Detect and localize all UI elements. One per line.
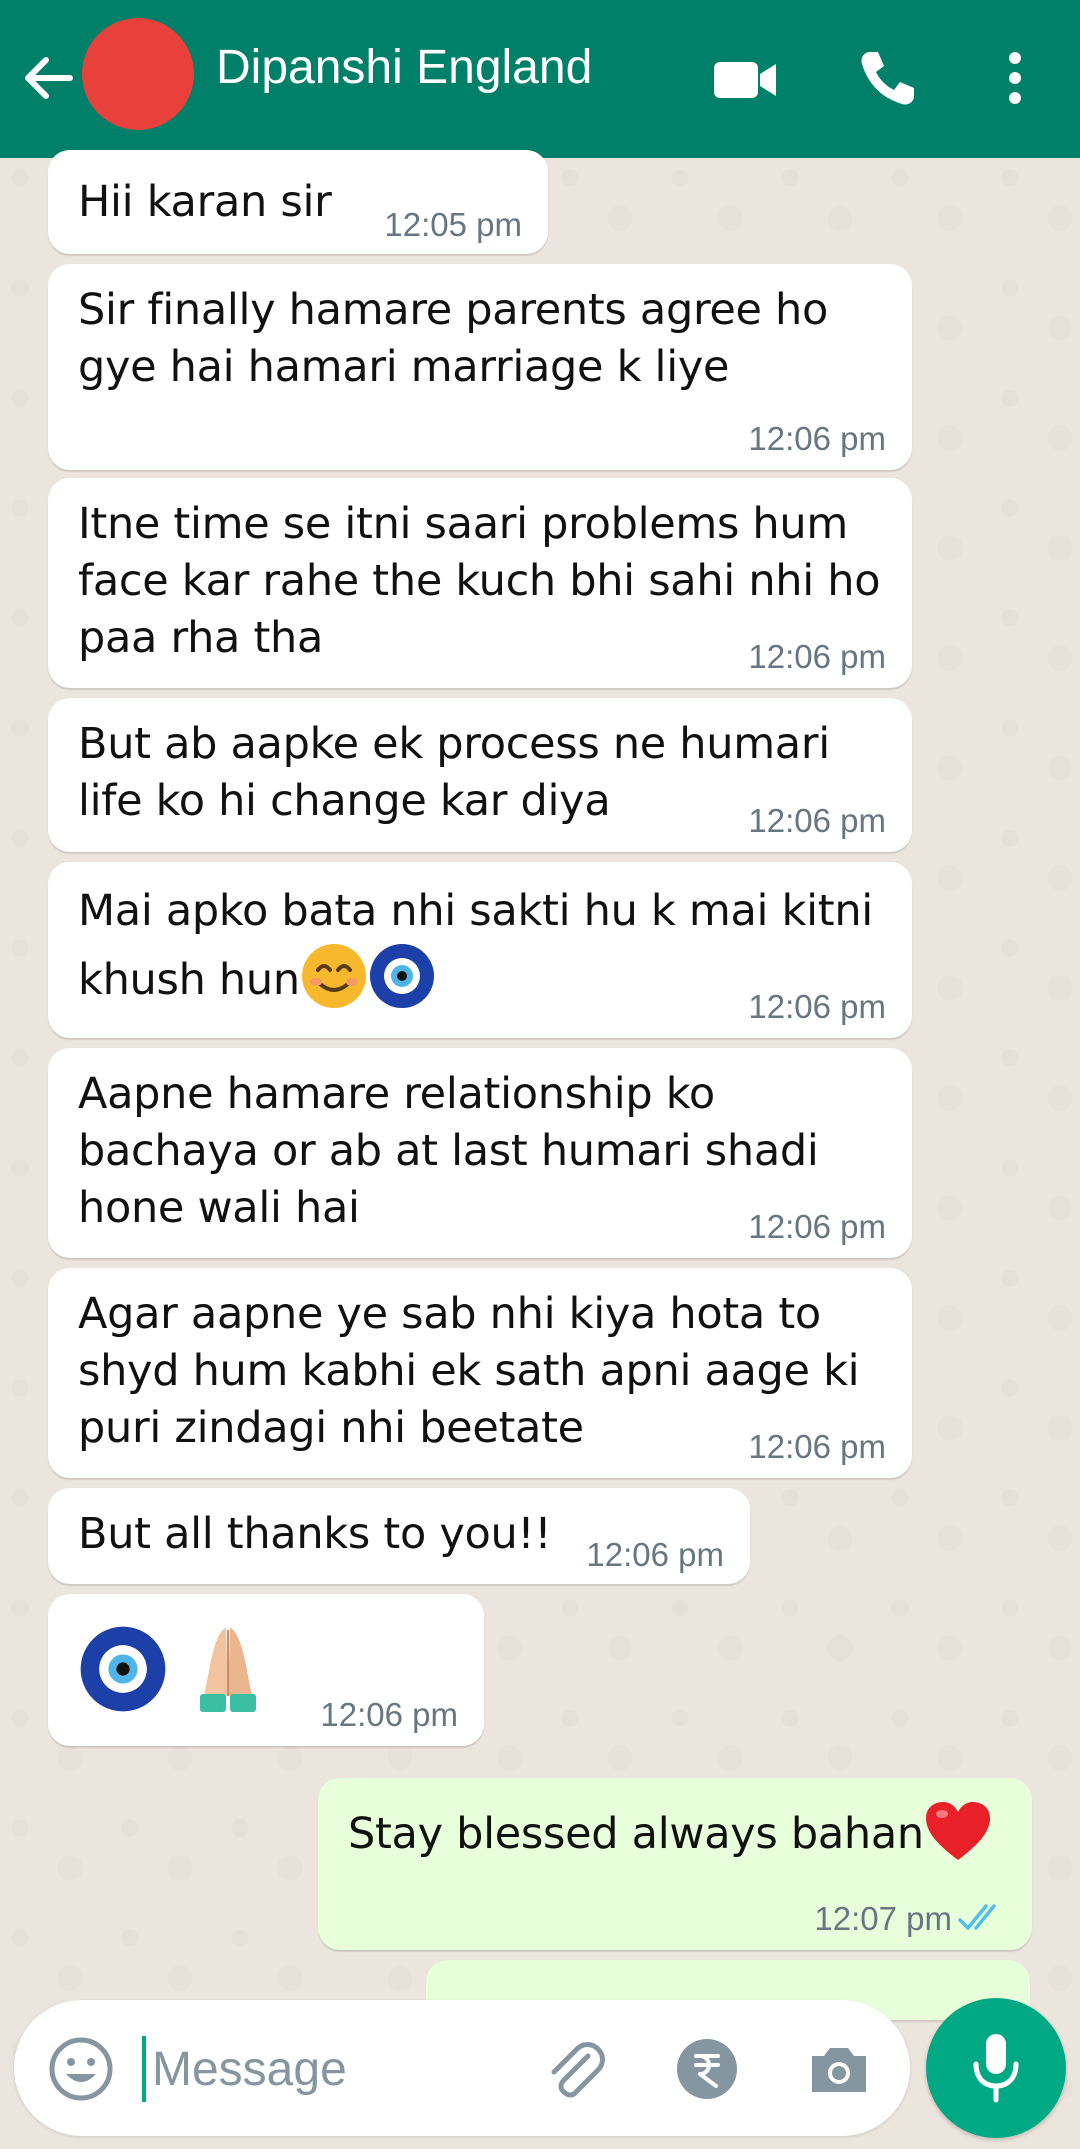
nazar-amulet-emoji: [369, 944, 434, 1008]
back-arrow-icon[interactable]: [18, 48, 78, 108]
emoji-icon[interactable]: [46, 2034, 116, 2104]
message-time: 12:07 pm: [814, 1900, 952, 1938]
message-bubble[interactable]: Agar aapne ye sab nhi kiya hota to shyd …: [48, 1268, 912, 1478]
message-time-text: 12:07 pm: [814, 1900, 952, 1937]
message-time: 12:06 pm: [586, 1536, 724, 1573]
message-bubble[interactable]: Sir finally hamare parents agree ho gye …: [48, 264, 912, 470]
phone-icon[interactable]: [852, 44, 922, 114]
message-bubble[interactable]: Hii karan sir 12:05 pm: [48, 150, 548, 254]
message-time: 12:06 pm: [748, 420, 886, 457]
message-bubble[interactable]: Mai apko bata nhi sakti hu k mai kitni k…: [48, 862, 912, 1038]
smiling-face-emoji: [301, 944, 366, 1008]
attach-icon[interactable]: [540, 2034, 610, 2104]
message-text: Sir finally hamare parents agree ho gye …: [78, 285, 829, 392]
message-bubble[interactable]: Aapne hamare relationship ko bachaya or …: [48, 1048, 912, 1258]
message-time: 12:06 pm: [748, 1428, 886, 1465]
nazar-amulet-emoji: [80, 1626, 166, 1712]
message-bubble-outgoing[interactable]: Stay blessed always bahan 12:07 pm: [318, 1778, 1032, 1950]
message-text: Stay blessed always bahan: [348, 1800, 1008, 1865]
message-bubble[interactable]: But all thanks to you!! 12:06 pm: [48, 1488, 750, 1584]
more-vert-icon[interactable]: [990, 44, 1040, 114]
text-cursor: [142, 2036, 146, 2102]
chat-header: Dipanshi England: [0, 0, 1080, 158]
camera-icon[interactable]: [804, 2034, 874, 2104]
message-bubble[interactable]: But ab aapke ek process ne humari life k…: [48, 698, 912, 852]
red-heart-emoji: [925, 1802, 990, 1860]
message-bubble[interactable]: Itne time se itni saari problems hum fac…: [48, 478, 912, 688]
message-time: 12:06 pm: [320, 1696, 458, 1733]
contact-name[interactable]: Dipanshi England: [216, 40, 592, 95]
mic-button[interactable]: [926, 1998, 1066, 2138]
message-time: 12:06 pm: [748, 988, 886, 1025]
avatar[interactable]: [82, 18, 194, 130]
message-bubble[interactable]: 12:06 pm: [48, 1594, 484, 1746]
read-double-tick-icon: [958, 1904, 996, 1930]
rupee-payment-icon[interactable]: [672, 2034, 742, 2104]
message-time: 12:06 pm: [748, 802, 886, 839]
folded-hands-emoji: [200, 1628, 256, 1712]
message-text-content: Stay blessed always bahan: [348, 1809, 924, 1859]
message-time: 12:05 pm: [384, 206, 522, 243]
message-input[interactable]: [150, 2030, 514, 2108]
message-composer: [14, 2000, 910, 2136]
message-time: 12:06 pm: [748, 1208, 886, 1245]
message-time: 12:06 pm: [748, 638, 886, 675]
mic-icon: [973, 2034, 1019, 2103]
video-call-icon[interactable]: [710, 44, 780, 114]
